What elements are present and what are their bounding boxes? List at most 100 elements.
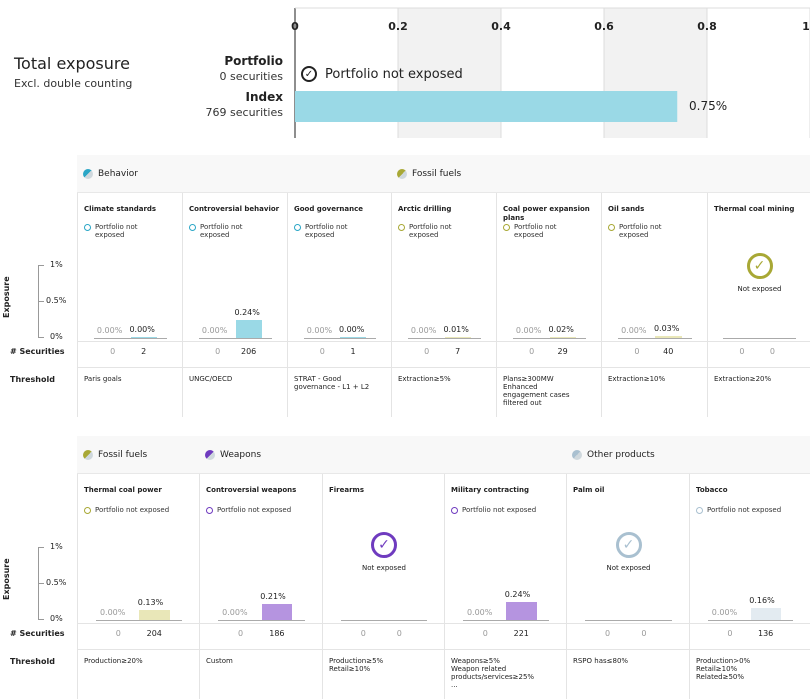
index-count: 0 (641, 629, 647, 638)
check-circle-icon (294, 224, 301, 231)
note-text: Portfolio not exposed (462, 506, 537, 514)
x-tick-label: 1 (802, 20, 810, 33)
category-column: Oil sands Portfolio not exposed 0.00% 0.03% 0… (601, 193, 707, 417)
portfolio-value-label: 0.00% (99, 608, 126, 617)
portfolio-not-exposed-note: Portfolio not exposed (696, 506, 807, 514)
category-column: Tobacco Portfolio not exposed 0.00% 0.16% 0 1… (689, 474, 810, 699)
portfolio-count: 0 (739, 347, 745, 356)
not-exposed-label: Not exposed (737, 285, 782, 293)
index-count: 0 (769, 347, 775, 356)
bar-baseline (512, 338, 587, 339)
check-circle-icon: ✓ (615, 532, 642, 558)
check-circle-icon (84, 224, 91, 231)
row-separator (77, 649, 810, 650)
category-column: Palm oil ✓ Not exposed 0 0 RSPO has≤80% (566, 474, 689, 699)
note-text: Portfolio not exposed (619, 223, 662, 239)
y-tick-mark (38, 547, 44, 548)
check-circle-icon (503, 224, 510, 231)
column-title: Firearms (329, 486, 365, 494)
portfolio-not-exposed-note: ✓ Portfolio not exposed (301, 66, 463, 82)
portfolio-count: 0 (529, 347, 535, 356)
threshold-text: UNGC/OECD (189, 375, 233, 383)
fossil-icon (397, 168, 407, 179)
check-circle-icon (451, 507, 458, 514)
column-title: Thermal coal power (84, 486, 162, 494)
threshold-text: Production≥20% (84, 657, 143, 665)
index-count: 186 (269, 629, 285, 638)
index-bar (295, 91, 678, 122)
portfolio-value-label: 0.00% (306, 326, 333, 335)
portfolio-count: 0 (482, 629, 488, 638)
category-label: Fossil fuels (98, 449, 148, 460)
threshold-text: Production≥5% Retail≥10% (329, 657, 384, 673)
index-count: 204 (146, 629, 162, 638)
check-circle-icon (398, 224, 405, 231)
portfolio-count: 0 (215, 347, 221, 356)
portfolio-not-exposed-note: Portfolio not exposed (84, 506, 196, 514)
category-column: Climate standards Portfolio not exposed 0.0… (77, 193, 182, 417)
category-column: Thermal coal power Portfolio not exposed 0… (77, 474, 199, 699)
bar-baseline (617, 338, 693, 339)
y-tick-label: 0.5% (46, 578, 67, 587)
column-title: Controversial behavior (189, 205, 280, 213)
portfolio-count: 0 (424, 347, 430, 356)
index-value-label: 0.01% (443, 324, 469, 334)
behavior-icon (83, 168, 93, 179)
column-title: Controversial weapons (206, 486, 297, 494)
category-column: Controversial behavior Portfolio not expos… (182, 193, 287, 417)
portfolio-count: 0 (360, 629, 366, 638)
threshold-text: STRAT - Good governance - L1 + L2 (294, 375, 370, 391)
note-text: Portfolio not exposed (514, 223, 557, 239)
bar-baseline (93, 338, 168, 339)
index-count: 40 (663, 347, 674, 356)
portfolio-not-exposed-note: Portfolio not exposed (294, 223, 388, 239)
portfolio-value-label: 0.00% (410, 326, 437, 335)
note-text: Portfolio not exposed (95, 506, 170, 514)
index-count: 0 (396, 629, 402, 638)
category-column: Thermal coal mining ✓ Not exposed 0 0 Extract… (707, 193, 810, 417)
portfolio-count: 0 (115, 629, 121, 638)
exposure-axis-label: Exposure (2, 276, 11, 318)
portfolio-count: 0 (110, 347, 116, 356)
portfolio-not-exposed-note: Portfolio not exposed (503, 223, 598, 239)
not-exposed-label: Not exposed (606, 564, 651, 572)
note-text: Portfolio not exposed (409, 223, 452, 239)
portfolio-not-exposed-note: Portfolio not exposed (84, 223, 179, 239)
column-title-line2: plans (503, 214, 525, 222)
portfolio-not-exposed-note: Portfolio not exposed (189, 223, 284, 239)
portfolio-value-label: 0.00% (201, 326, 228, 335)
y-tick-label: 1% (50, 542, 63, 551)
category-column: Military contracting Portfolio not expose… (444, 474, 566, 699)
threshold-text: Extraction≥10% (608, 375, 666, 383)
column-title: Arctic drilling (398, 205, 452, 213)
row-separator (77, 367, 810, 368)
index-count: 1 (350, 347, 356, 356)
index-value-label: 0.00% (338, 324, 365, 334)
category-column: Firearms ✓ Not exposed 0 0 Production≥5% Retai… (322, 474, 444, 699)
portfolio-not-exposed-note: Portfolio not exposed (206, 506, 319, 514)
note-text: Portfolio not exposed (305, 223, 348, 239)
check-circle-icon (84, 507, 91, 514)
portfolio-not-exposed-note: Portfolio not exposed (398, 223, 493, 239)
y-tick-label: 0% (50, 332, 63, 341)
y-tick-mark (38, 301, 44, 302)
threshold-text: Paris goals (84, 375, 122, 383)
index-value-label: 0.24% (504, 590, 531, 599)
bar-baseline (303, 338, 377, 339)
fossil-icon (83, 449, 93, 460)
threshold-text: RSPO has≤80% (573, 657, 629, 665)
bar-baseline (198, 338, 273, 339)
category-column: Controversial weapons Portfolio not expos… (199, 474, 322, 699)
category-label: Other products (587, 449, 655, 460)
y-tick-mark (38, 337, 44, 338)
check-circle-icon: ✓ (746, 253, 773, 279)
portfolio-count: 0 (319, 347, 325, 356)
x-tick-label: 0.8 (697, 20, 717, 33)
portfolio-value-label: 0.00% (711, 608, 738, 617)
securities-row-label: # Securities (10, 629, 65, 638)
weapons-icon (205, 449, 215, 460)
portfolio-count: 0 (634, 347, 640, 356)
threshold-text: Extraction≥20% (714, 375, 772, 383)
column-title: Good governance (294, 205, 363, 213)
portfolio-note-text: Portfolio not exposed (325, 66, 463, 82)
